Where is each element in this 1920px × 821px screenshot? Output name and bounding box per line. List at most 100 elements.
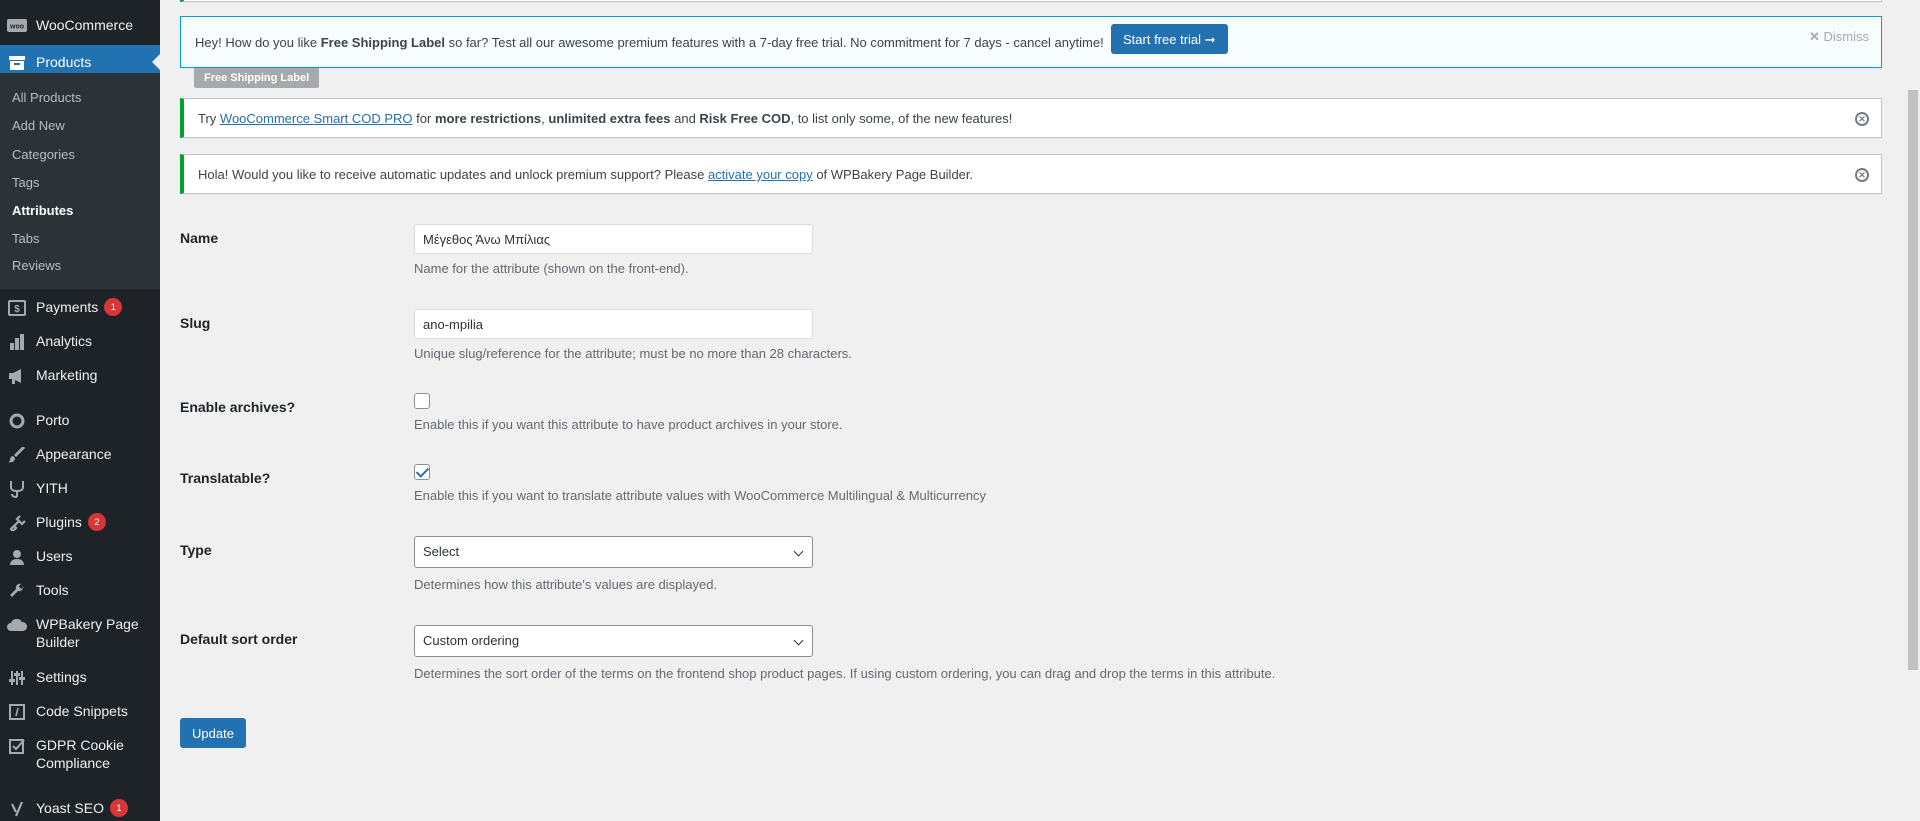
slug-input[interactable] — [414, 309, 813, 339]
yoast-icon — [7, 799, 27, 819]
menu-label: Marketing — [36, 367, 98, 383]
cod-b3: Risk Free COD — [699, 111, 791, 126]
megaphone-icon — [7, 366, 27, 386]
menu-porto[interactable]: Porto — [0, 411, 160, 431]
submenu-all-products[interactable]: All Products — [12, 90, 81, 105]
cod-b1: more restrictions — [434, 111, 542, 126]
menu-woocommerce[interactable]: woo WooCommerce — [0, 16, 160, 36]
menu-label: Tools — [36, 582, 69, 598]
smart-cod-notice: Try WooCommerce Smart COD PRO for more r… — [180, 98, 1882, 138]
porto-icon — [7, 411, 27, 431]
cod-mid1: for — [412, 111, 435, 126]
type-select-value: Select — [423, 544, 460, 559]
enable-archives-checkbox[interactable] — [414, 393, 430, 409]
cod-mid3: and — [670, 111, 700, 126]
promo-dismiss-button[interactable]: ✕ Dismiss — [1809, 29, 1869, 45]
close-icon: ✕ — [1808, 29, 1820, 44]
slug-label: Slug — [180, 315, 211, 331]
promo-text: Hey! How do you like Free Shipping Label… — [195, 34, 1104, 52]
submenu-reviews[interactable]: Reviews — [12, 258, 61, 273]
yoast-count-badge: 1 — [109, 799, 128, 817]
submenu-categories[interactable]: Categories — [12, 147, 75, 162]
menu-appearance[interactable]: Appearance — [0, 445, 160, 465]
smart-cod-pro-link[interactable]: WooCommerce Smart COD PRO — [220, 111, 413, 126]
main-content: Hey! How do you like Free Shipping Label… — [180, 0, 1882, 821]
menu-gdpr[interactable]: GDPR Cookie Compliance — [0, 736, 160, 772]
submenu-attributes[interactable]: Attributes — [12, 203, 73, 218]
submenu-add-new[interactable]: Add New — [12, 118, 65, 133]
paintbrush-icon — [7, 445, 27, 465]
name-input[interactable] — [414, 224, 813, 254]
menu-marketing[interactable]: Marketing — [0, 366, 160, 386]
chevron-down-icon — [793, 635, 804, 646]
activate-copy-link[interactable]: activate your copy — [708, 167, 813, 182]
sort-order-description: Determines the sort order of the terms o… — [414, 666, 1276, 681]
wpbakery-activation-notice: Hola! Would you like to receive automati… — [180, 154, 1882, 194]
bar-chart-icon — [7, 332, 27, 352]
start-free-trial-button[interactable]: Start free trial ➞ — [1111, 24, 1228, 54]
menu-plugins[interactable]: Plugins 2 — [0, 513, 160, 533]
menu-users[interactable]: Users — [0, 547, 160, 567]
menu-label: Porto — [36, 412, 70, 428]
submenu-tags[interactable]: Tags — [12, 175, 39, 190]
enable-archives-label: Enable archives? — [180, 399, 296, 415]
translatable-description: Enable this if you want to translate att… — [414, 488, 987, 503]
checkbox-icon — [7, 736, 27, 756]
slug-description: Unique slug/reference for the attribute;… — [414, 346, 852, 361]
wpb-post: of WPBakery Page Builder. — [812, 167, 974, 182]
menu-yoast[interactable]: Yoast SEO 1 — [0, 799, 160, 819]
dismiss-label: Dismiss — [1823, 29, 1870, 44]
menu-label: Users — [36, 548, 73, 564]
free-shipping-label-tag: Free Shipping Label — [194, 68, 320, 88]
plug-icon — [7, 513, 27, 533]
wrench-icon — [7, 581, 27, 601]
promo-text-post: so far? Test all our awesome premium fea… — [444, 35, 1104, 50]
menu-label: Appearance — [36, 446, 112, 462]
translatable-label: Translatable? — [180, 470, 271, 486]
menu-label: WPBakery Page Builder — [36, 616, 139, 650]
name-label: Name — [180, 230, 219, 246]
plugins-count-badge: 2 — [87, 513, 106, 531]
payments-count-badge: 1 — [104, 298, 123, 316]
translatable-checkbox[interactable] — [414, 464, 430, 480]
menu-yith[interactable]: YITH — [0, 479, 160, 499]
enable-archives-description: Enable this if you want this attribute t… — [414, 417, 843, 432]
woocommerce-icon: woo — [7, 16, 27, 36]
menu-label: Code Snippets — [36, 703, 128, 719]
chevron-down-icon — [793, 546, 804, 557]
cod-post: , to list only some, of the new features… — [790, 111, 1013, 126]
menu-wpbakery[interactable]: WPBakery Page Builder — [0, 615, 160, 651]
menu-label: Analytics — [36, 333, 93, 349]
products-submenu: All Products Add New Categories Tags Att… — [0, 73, 160, 289]
dismiss-circle-icon[interactable]: ✕ — [1855, 112, 1869, 126]
menu-payments[interactable]: $ Payments 1 — [0, 298, 160, 318]
type-description: Determines how this attribute's values a… — [414, 577, 718, 592]
code-icon — [7, 702, 27, 722]
cod-b2: unlimited extra fees — [548, 111, 671, 126]
menu-code-snippets[interactable]: Code Snippets — [0, 702, 160, 722]
menu-label: Settings — [36, 669, 87, 685]
smart-cod-text: Try WooCommerce Smart COD PRO for more r… — [198, 110, 1012, 128]
sort-order-select[interactable]: Custom ordering — [414, 625, 813, 657]
promo-text-bold: Free Shipping Label — [320, 35, 445, 50]
sort-order-select-value: Custom ordering — [423, 633, 520, 648]
free-shipping-promo-notice: Hey! How do you like Free Shipping Label… — [180, 16, 1882, 68]
user-icon — [7, 547, 27, 567]
yith-icon — [7, 479, 27, 499]
sliders-icon — [7, 668, 27, 688]
menu-tools[interactable]: Tools — [0, 581, 160, 601]
submenu-tabs[interactable]: Tabs — [12, 231, 39, 246]
menu-label: YITH — [36, 480, 68, 496]
type-select[interactable]: Select — [414, 536, 813, 568]
menu-analytics[interactable]: Analytics — [0, 332, 160, 352]
menu-label: GDPR Cookie Compliance — [36, 737, 124, 771]
cod-pre: Try — [198, 111, 220, 126]
page-scrollbar[interactable] — [1908, 90, 1918, 670]
menu-label: Products — [36, 54, 92, 70]
svg-text:woo: woo — [9, 24, 24, 31]
dismiss-circle-icon[interactable]: ✕ — [1855, 168, 1869, 182]
update-button[interactable]: Update — [180, 718, 246, 748]
menu-label: Payments — [36, 299, 99, 315]
notice-top-edge — [180, 0, 1882, 2]
menu-settings[interactable]: Settings — [0, 668, 160, 688]
